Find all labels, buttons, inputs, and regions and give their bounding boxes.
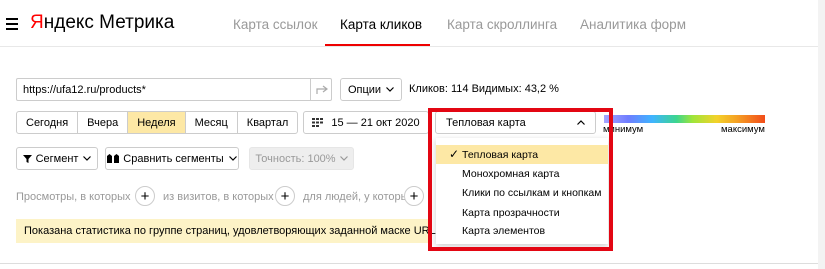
plus-icon: + [409, 187, 419, 205]
calendar-icon [312, 118, 324, 127]
tab-form-analytics[interactable]: Аналитика форм [580, 17, 686, 32]
chevron-down-icon [339, 156, 348, 161]
date-range-label: 15 — 21 окт 2020 [331, 116, 420, 129]
add-views-filter-button[interactable]: + [135, 186, 155, 206]
period-quarter[interactable]: Квартал [238, 112, 298, 133]
open-url-icon[interactable] [310, 78, 332, 101]
header-divider [0, 46, 825, 47]
period-selector: Сегодня Вчера Неделя Месяц Квартал [16, 111, 299, 134]
highlight-frame [428, 108, 613, 251]
tab-scroll-map[interactable]: Карта скроллинга [447, 17, 557, 32]
filter-visits-label: из визитов, в которых [163, 191, 274, 203]
menu-icon[interactable] [6, 18, 18, 30]
compare-icon [107, 153, 120, 163]
filter-icon [22, 154, 32, 163]
date-range-button[interactable]: 15 — 21 окт 2020 [303, 111, 429, 134]
info-notice: Показана статистика по группе страниц, у… [16, 219, 439, 243]
legend-max-label: максимум [721, 124, 765, 135]
filter-views-label: Просмотры, в которых [16, 191, 131, 203]
bottom-divider [0, 263, 818, 264]
compare-segments-button[interactable]: Сравнить сегменты [105, 147, 239, 170]
tab-click-map[interactable]: Карта кликов [340, 17, 422, 32]
add-visits-filter-button[interactable]: + [275, 186, 295, 206]
period-month[interactable]: Месяц [186, 112, 238, 133]
options-label: Опции [347, 83, 382, 96]
filter-people-label: для людей, у которых [303, 191, 414, 203]
logo[interactable]: Яндекс Метрика [30, 12, 174, 34]
url-input[interactable]: https://ufa12.ru/products* [16, 78, 332, 101]
tab-link-map[interactable]: Карта ссылок [233, 17, 318, 32]
heatmap-legend-bar [604, 115, 765, 123]
chevron-down-icon [83, 156, 92, 161]
accuracy-select[interactable]: Точность: 100% [249, 147, 354, 170]
segment-label: Сегмент [35, 152, 79, 165]
accuracy-label: Точность: 100% [255, 152, 336, 165]
scrollbar[interactable] [818, 0, 825, 269]
plus-icon: + [280, 187, 290, 205]
click-stats: Кликов: 114 Видимых: 43,2 % [409, 83, 559, 95]
period-week[interactable]: Неделя [128, 112, 186, 133]
options-button[interactable]: Опции [340, 78, 402, 101]
compare-label: Сравнить сегменты [123, 152, 224, 165]
chevron-down-icon [228, 156, 237, 161]
segment-button[interactable]: Сегмент [16, 147, 98, 170]
period-yesterday[interactable]: Вчера [78, 112, 129, 133]
period-today[interactable]: Сегодня [17, 112, 79, 133]
plus-icon: + [140, 187, 150, 205]
add-people-filter-button[interactable]: + [404, 186, 424, 206]
chevron-down-icon [386, 87, 394, 92]
